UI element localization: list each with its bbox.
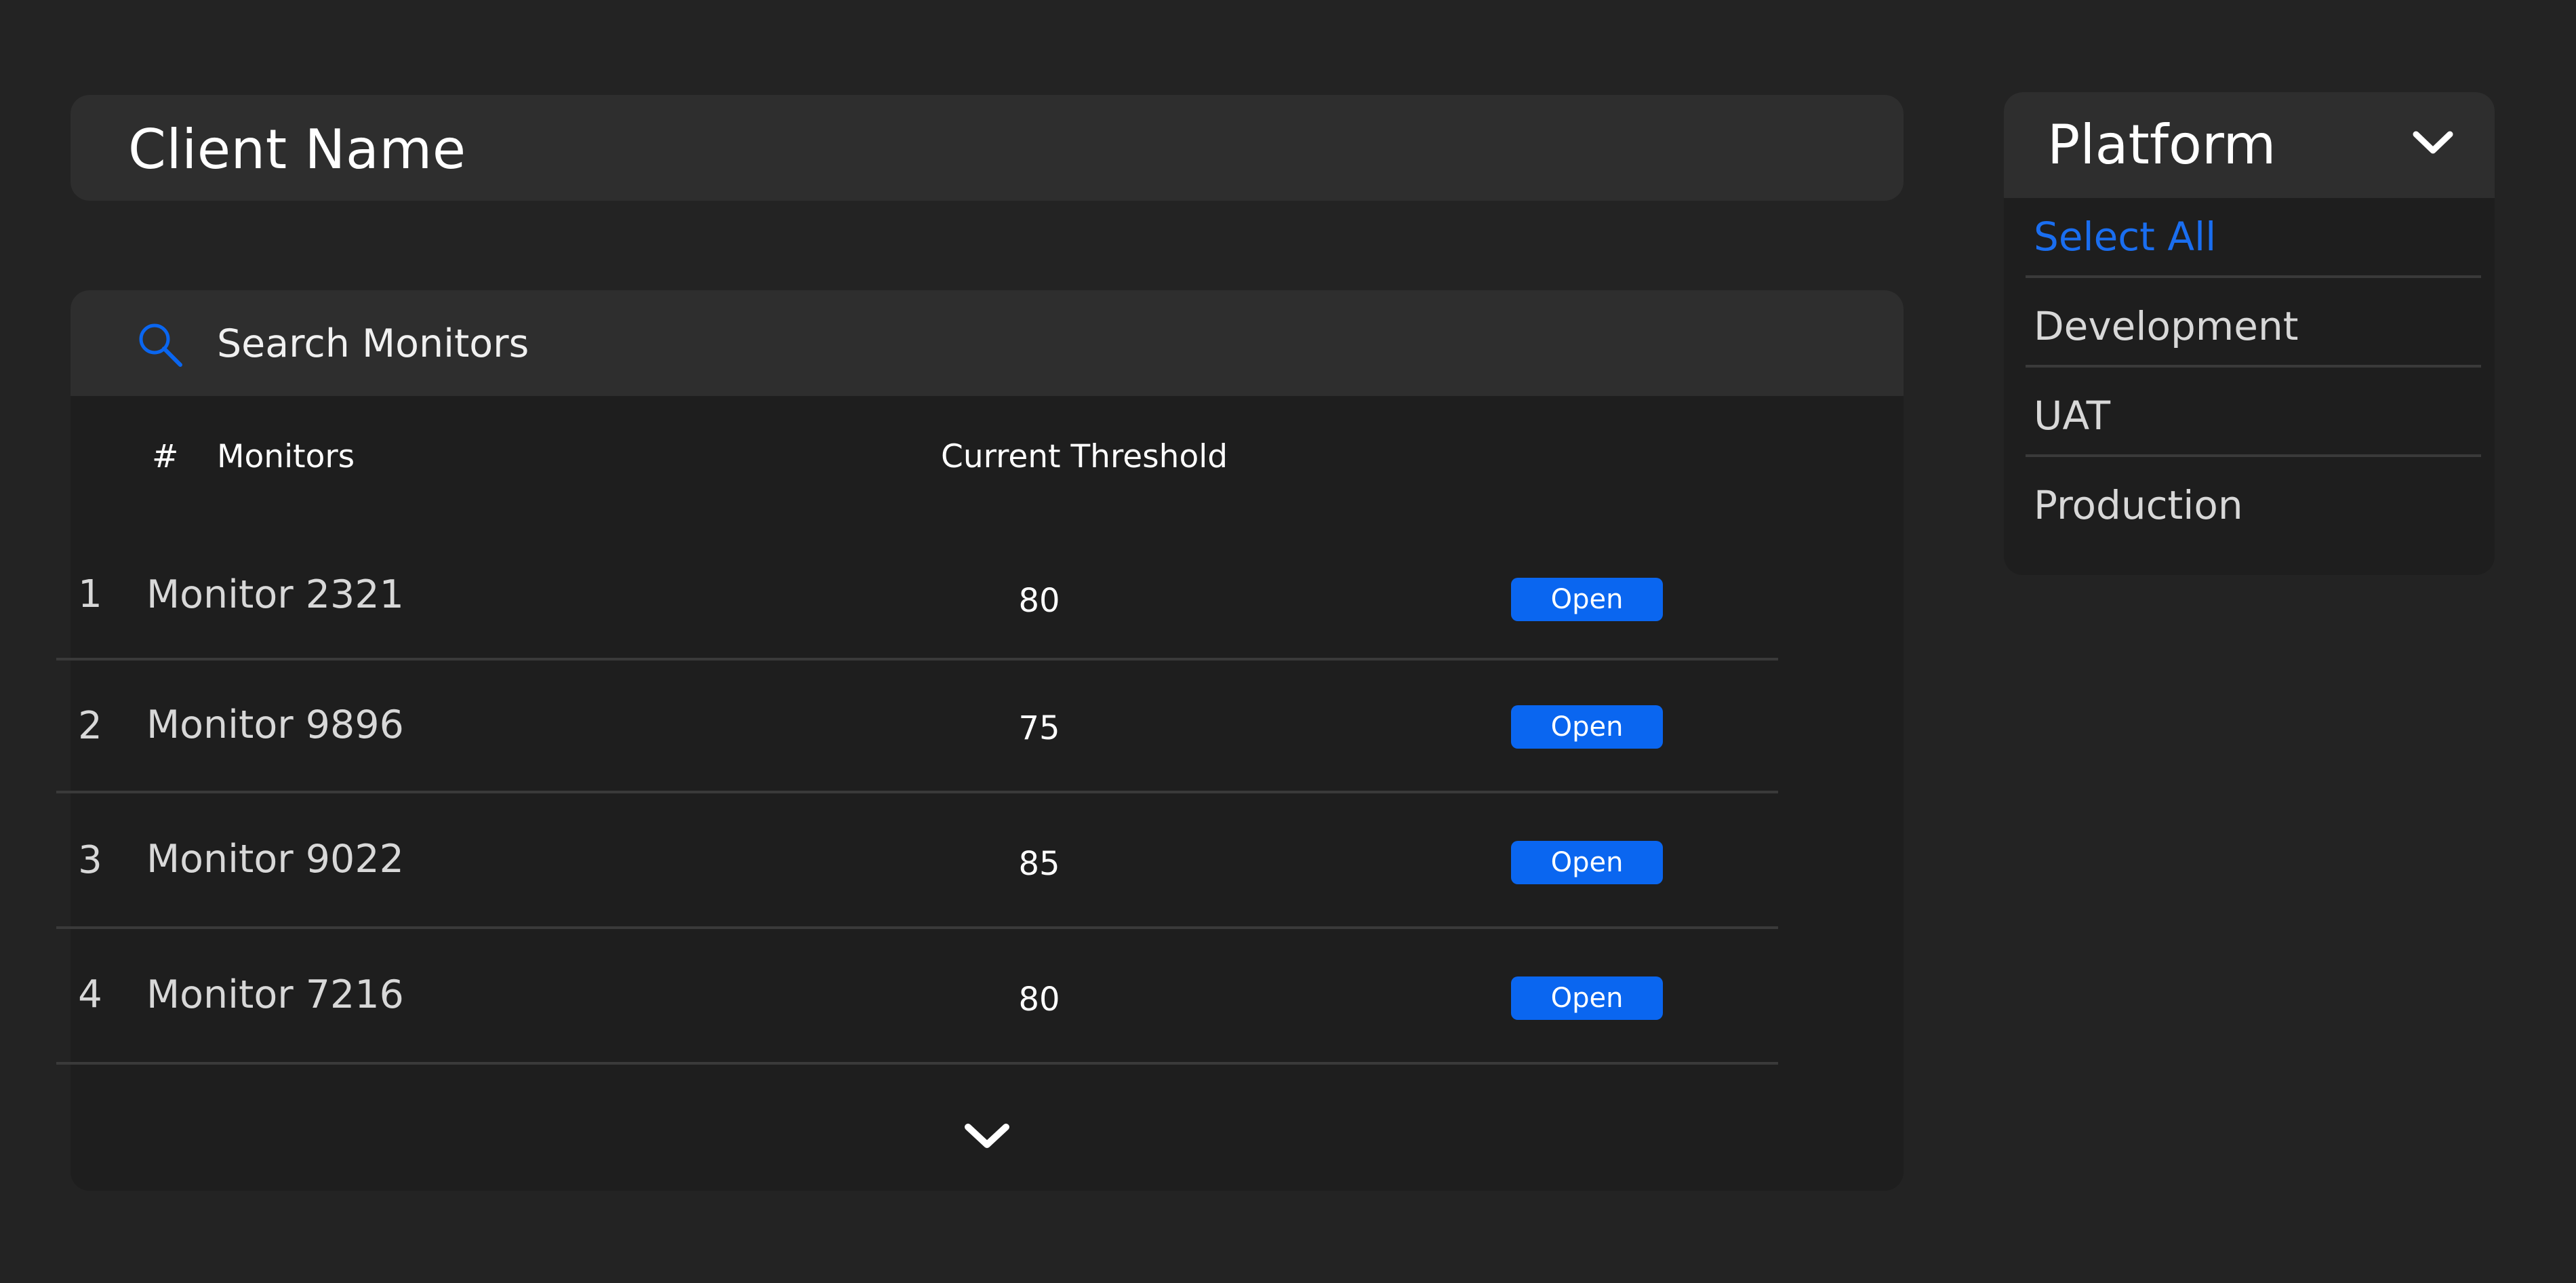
- monitor-name: Monitor 9896: [146, 703, 404, 747]
- chevron-down-icon: [2413, 131, 2453, 154]
- monitor-name: Monitor 9022: [146, 837, 404, 882]
- chevron-down-icon[interactable]: [961, 1119, 1013, 1153]
- platform-option-development[interactable]: Development: [2026, 278, 2481, 368]
- row-divider: [56, 1062, 1778, 1065]
- platform-dropdown: Platform Select All Development UAT Prod…: [2004, 92, 2495, 575]
- table-row: 3 Monitor 9022 85 Open: [56, 793, 1778, 929]
- option-label: Development: [2034, 303, 2299, 349]
- search-icon: [139, 323, 182, 367]
- open-button[interactable]: Open: [1511, 976, 1663, 1020]
- column-header-threshold: Current Threshold: [941, 438, 1228, 475]
- row-index: 2: [78, 704, 102, 748]
- table-row: 1 Monitor 2321 80 Open: [56, 542, 1778, 660]
- threshold-value: 80: [1018, 582, 1060, 620]
- option-label: Select All: [2034, 214, 2217, 260]
- column-header-index: #: [152, 438, 179, 475]
- option-label: Production: [2034, 482, 2243, 528]
- platform-title: Platform: [2047, 113, 2276, 176]
- client-name-field[interactable]: Client Name: [71, 95, 1904, 201]
- open-button[interactable]: Open: [1511, 705, 1663, 749]
- monitor-name: Monitor 2321: [146, 572, 404, 617]
- threshold-value: 85: [1018, 845, 1060, 883]
- column-header-monitors: Monitors: [217, 438, 355, 475]
- row-index: 3: [78, 838, 102, 882]
- monitor-name: Monitor 7216: [146, 972, 404, 1017]
- search-monitors-input[interactable]: Search Monitors: [71, 290, 1904, 396]
- option-label: UAT: [2034, 393, 2111, 439]
- platform-option-uat[interactable]: UAT: [2026, 368, 2481, 457]
- client-name-label: Client Name: [128, 118, 466, 181]
- threshold-value: 75: [1018, 709, 1060, 747]
- platform-option-select-all[interactable]: Select All: [2026, 189, 2481, 278]
- open-button[interactable]: Open: [1511, 841, 1663, 884]
- table-row: 2 Monitor 9896 75 Open: [56, 660, 1778, 793]
- open-button[interactable]: Open: [1511, 578, 1663, 621]
- row-index: 1: [78, 572, 102, 616]
- platform-dropdown-toggle[interactable]: Platform: [2004, 92, 2495, 198]
- platform-option-production[interactable]: Production: [2026, 457, 2481, 547]
- search-placeholder: Search Monitors: [217, 321, 529, 366]
- threshold-value: 80: [1018, 981, 1060, 1019]
- row-index: 4: [78, 972, 102, 1016]
- table-row: 4 Monitor 7216 80 Open: [56, 929, 1778, 1065]
